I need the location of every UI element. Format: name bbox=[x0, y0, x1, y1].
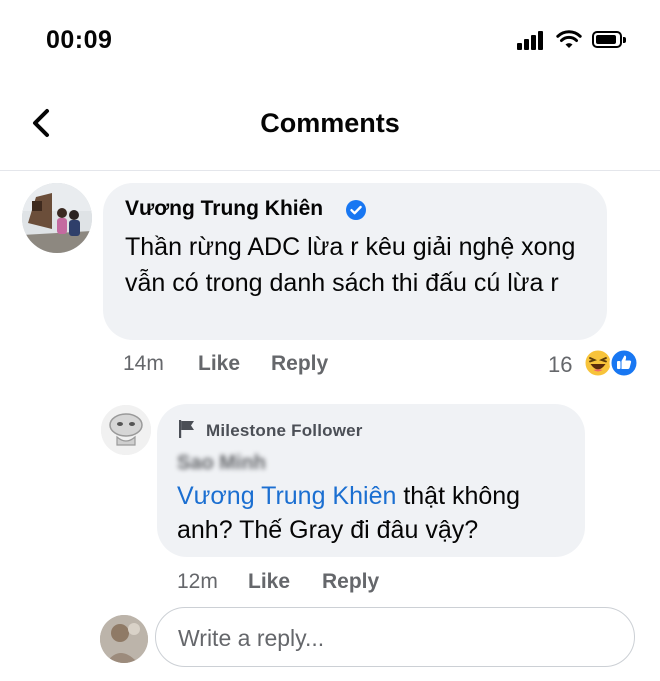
flag-icon bbox=[179, 420, 194, 438]
status-time: 00:09 bbox=[46, 26, 113, 54]
like-label[interactable]: Like bbox=[198, 352, 240, 375]
battery-icon bbox=[592, 31, 626, 48]
comment-author[interactable]: Vương Trung Khiên bbox=[125, 197, 323, 221]
reply-label[interactable]: Reply bbox=[322, 570, 379, 593]
reply-label[interactable]: Reply bbox=[271, 352, 328, 375]
comment-text: Thần rừng ADC lừa r kêu giải nghệ xong v… bbox=[125, 233, 576, 297]
reply-button[interactable]: Reply bbox=[322, 570, 379, 594]
mention-link[interactable]: Vương Trung Khiên bbox=[177, 482, 396, 510]
like-button[interactable]: Like bbox=[198, 352, 240, 376]
milestone-badge: Milestone Follower bbox=[206, 421, 363, 440]
reply-time: 12m bbox=[177, 570, 218, 593]
reply-text: Vương Trung Khiên thật không anh? Thế Gr… bbox=[177, 479, 577, 547]
reaction-count[interactable]: 16 bbox=[548, 352, 572, 378]
reply-input-placeholder[interactable]: Write a reply... bbox=[178, 625, 324, 652]
reply-button[interactable]: Reply bbox=[271, 352, 328, 376]
verified-badge-icon bbox=[346, 200, 366, 220]
like-reaction-icon[interactable] bbox=[609, 348, 639, 378]
comment-time: 14m bbox=[123, 352, 164, 375]
page-title: Comments bbox=[260, 108, 400, 138]
back-chevron-icon[interactable] bbox=[30, 108, 52, 138]
like-button[interactable]: Like bbox=[248, 570, 290, 594]
wifi-icon bbox=[556, 30, 582, 48]
avatar bbox=[100, 615, 148, 663]
like-label[interactable]: Like bbox=[248, 570, 290, 593]
reply-author[interactable]: Sao Minh bbox=[177, 452, 266, 475]
avatar[interactable] bbox=[101, 405, 151, 455]
signal-icon bbox=[517, 30, 549, 50]
avatar[interactable] bbox=[22, 183, 92, 253]
header-divider bbox=[0, 170, 660, 171]
